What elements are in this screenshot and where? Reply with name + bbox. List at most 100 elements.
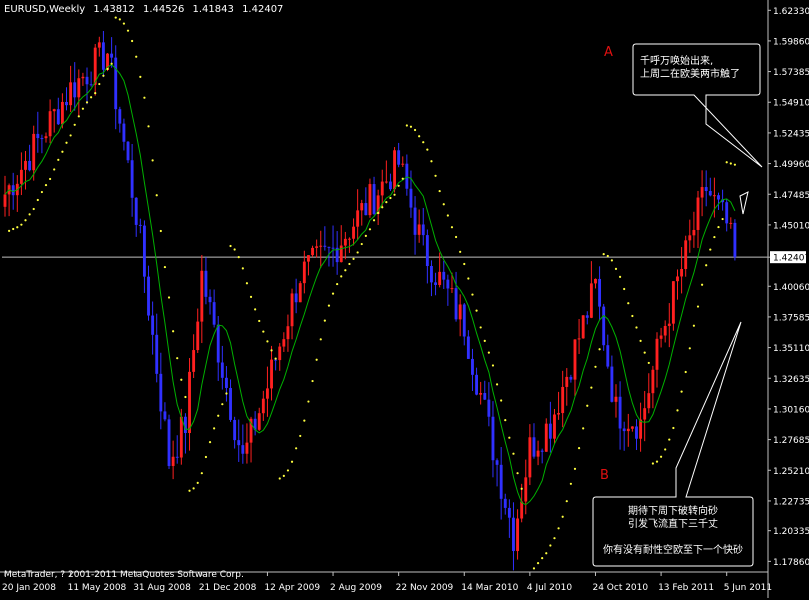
candle-body — [138, 224, 142, 226]
candle-body — [573, 339, 577, 380]
candle-body — [28, 160, 32, 171]
sar-dot — [270, 349, 273, 352]
sar-dot — [504, 419, 507, 422]
sar-dot — [20, 223, 23, 226]
candle-body — [266, 388, 269, 399]
candle-body — [540, 450, 544, 452]
sar-dot — [471, 293, 474, 296]
open-value: 1.43812 — [93, 4, 135, 15]
sar-dot — [213, 427, 216, 430]
sar-dot — [184, 395, 187, 399]
sar-dot — [549, 544, 552, 547]
sar-dot — [733, 163, 736, 166]
candle-body — [700, 187, 704, 198]
sar-dot — [61, 150, 64, 153]
sar-dot — [684, 370, 687, 374]
candle-body — [278, 346, 282, 361]
sar-dot — [582, 427, 585, 430]
sar-dot — [102, 74, 105, 77]
sar-dot — [397, 184, 400, 187]
candle-body — [618, 396, 622, 429]
callout-b-text: 期待下周下破转向砂 引发飞流直下三千丈 你有没有耐性空欧至下一个快砂 — [603, 506, 743, 556]
candle-body — [548, 423, 552, 439]
candle-body — [343, 238, 347, 246]
candle-body — [298, 283, 302, 303]
sar-dot — [274, 357, 277, 360]
sar-dot — [389, 196, 392, 200]
candle-body — [655, 338, 659, 370]
candle-body — [499, 464, 503, 499]
candle-body — [163, 411, 167, 420]
candle-body — [487, 399, 491, 417]
candle-body — [356, 210, 360, 227]
sar-dot — [307, 400, 310, 403]
candle-body — [290, 293, 294, 327]
sar-dot — [426, 148, 429, 151]
sar-dot — [151, 159, 154, 162]
chart-header: EURUSD,Weekly 1.43812 1.44526 1.41843 1.… — [4, 4, 288, 15]
sar-dot — [360, 242, 363, 246]
close-value: 1.42407 — [242, 4, 284, 15]
sar-dot — [618, 275, 622, 278]
candle-body — [680, 269, 684, 277]
candle-body — [503, 498, 507, 508]
sar-dot — [340, 275, 343, 278]
moving-average-line — [4, 63, 736, 506]
sar-dot — [81, 107, 85, 110]
sar-dot — [483, 339, 486, 342]
candle-body — [479, 393, 483, 395]
sar-dot — [241, 267, 244, 270]
candle-body — [553, 414, 556, 439]
sar-dot — [532, 567, 536, 570]
sar-dot — [438, 189, 441, 193]
candle-body — [175, 456, 179, 458]
price-tick-label: 1.52435 — [773, 129, 809, 139]
sar-dot — [49, 177, 52, 181]
sar-dot — [475, 309, 478, 312]
candle-body — [421, 224, 425, 236]
candle-body — [462, 304, 466, 337]
candle-body — [97, 42, 101, 48]
candle-body — [393, 150, 396, 190]
candle-body — [364, 203, 368, 216]
sar-dot — [286, 469, 290, 472]
candle-body — [536, 450, 540, 457]
candle-body — [471, 358, 474, 375]
sar-dot — [352, 257, 355, 261]
sar-dot — [713, 235, 716, 239]
price-tick-label: 1.57385 — [773, 68, 809, 78]
candle-body — [491, 416, 495, 461]
sar-dot — [372, 219, 376, 222]
sar-dot — [208, 440, 212, 444]
candle-body — [167, 419, 171, 466]
candle-body — [671, 281, 675, 324]
candle-body — [188, 371, 191, 434]
sar-dot — [295, 447, 298, 450]
candle-body — [319, 245, 323, 247]
time-tick-label: 2 Aug 2009 — [330, 583, 382, 593]
sar-dot — [606, 254, 609, 258]
sar-dot — [692, 324, 695, 327]
time-tick-label: 13 Feb 2011 — [658, 583, 714, 593]
sar-dot — [487, 351, 490, 354]
candle-body — [69, 82, 73, 106]
candle-body — [81, 76, 85, 79]
candle-body — [208, 296, 212, 303]
sar-dot — [442, 203, 445, 206]
sar-dot — [635, 326, 638, 329]
sar-dot — [565, 500, 568, 503]
sar-dot — [204, 455, 208, 459]
sar-dot — [409, 125, 413, 128]
sar-dot — [221, 403, 224, 406]
price-tick-label: 1.59860 — [773, 37, 809, 47]
candle-body — [245, 442, 249, 454]
sar-dot — [36, 198, 39, 202]
sar-dot — [500, 399, 503, 402]
candle-body — [323, 245, 327, 247]
sar-dot — [561, 515, 564, 518]
sar-dot — [454, 235, 458, 239]
candle-body — [101, 42, 105, 70]
sar-dot — [69, 134, 72, 137]
candle-body — [241, 445, 245, 454]
sar-dot — [491, 364, 495, 367]
